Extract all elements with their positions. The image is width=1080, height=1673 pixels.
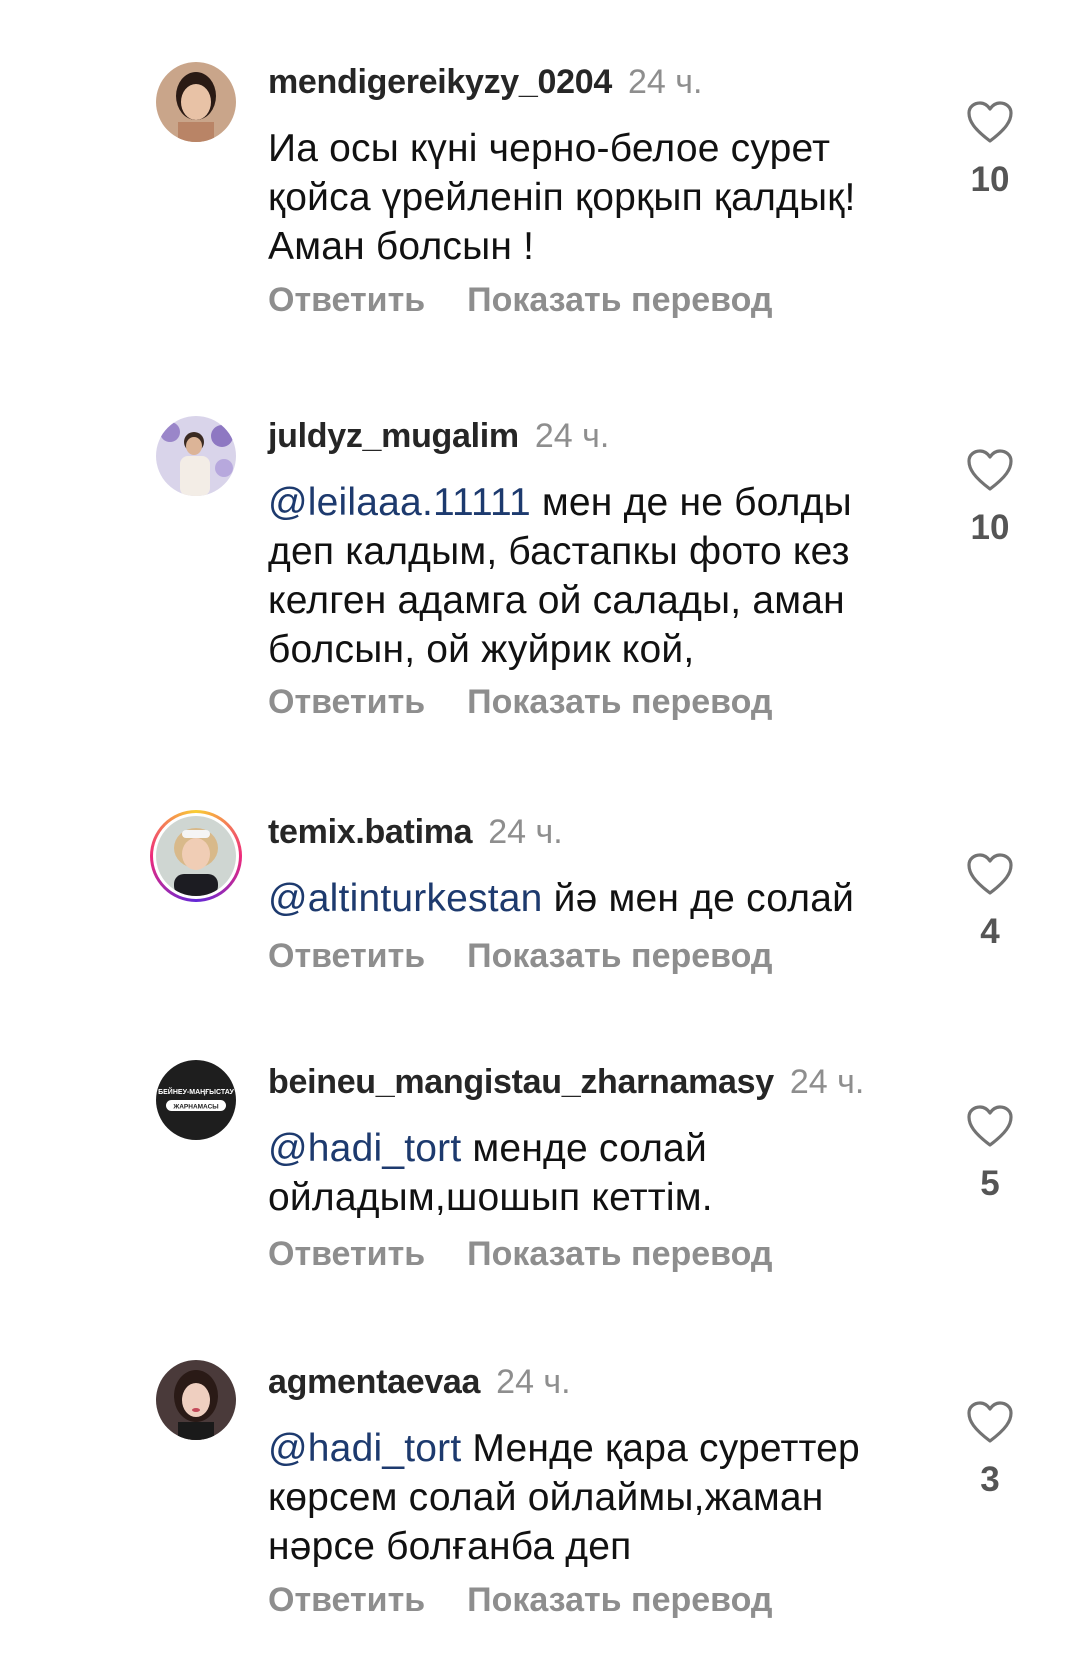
- like-count: 10: [970, 508, 1010, 547]
- heart-outline-icon[interactable]: [966, 1104, 1014, 1148]
- like-control: 3: [960, 1400, 1020, 1500]
- avatar[interactable]: [156, 62, 236, 142]
- comment-meta: juldyz_mugalim 24 ч.: [268, 416, 609, 456]
- timestamp: 24 ч.: [789, 1063, 865, 1101]
- show-translation-button[interactable]: Показать перевод: [467, 937, 772, 975]
- comment-meta: beineu_mangistau_zharnamasy 24 ч.: [268, 1062, 864, 1102]
- avatar[interactable]: БЕЙНЕУ-МАҢҒЫСТАУ ЖАРНАМАСЫ: [156, 1060, 236, 1140]
- reply-button[interactable]: Ответить: [268, 683, 425, 721]
- comment-actions: Ответить Показать перевод: [268, 1580, 773, 1620]
- comment-actions: Ответить Показать перевод: [268, 936, 773, 976]
- comment-text: @hadi_tort менде солай ойладым,шошып кет…: [268, 1124, 928, 1222]
- like-count: 5: [980, 1164, 1000, 1203]
- like-count: 10: [970, 160, 1010, 199]
- like-control: 10: [960, 448, 1020, 548]
- username[interactable]: mendigereikyzy_0204: [268, 63, 612, 101]
- reply-button[interactable]: Ответить: [268, 1235, 425, 1273]
- comment-text: Иа осы күні черно-белое сурет қойса үрей…: [268, 124, 928, 271]
- username[interactable]: agmentaevaa: [268, 1363, 480, 1401]
- comment-meta: mendigereikyzy_0204 24 ч.: [268, 62, 702, 102]
- story-ring[interactable]: [150, 810, 242, 902]
- show-translation-button[interactable]: Показать перевод: [467, 1581, 772, 1619]
- logo-text-top: БЕЙНЕУ-МАҢҒЫСТАУ: [158, 1087, 234, 1096]
- avatar[interactable]: [156, 416, 236, 496]
- comment-meta: temix.batima 24 ч.: [268, 812, 563, 852]
- user-mention-link[interactable]: @hadi_tort: [268, 1427, 461, 1470]
- comment-text: @altinturkestan йә мен де солай: [268, 874, 928, 923]
- reply-button[interactable]: Ответить: [268, 281, 425, 319]
- show-translation-button[interactable]: Показать перевод: [467, 1235, 772, 1273]
- comment-body: Иа осы күні черно-белое сурет қойса үрей…: [268, 127, 856, 268]
- like-control: 10: [960, 100, 1020, 200]
- comment-actions: Ответить Показать перевод: [268, 682, 773, 722]
- heart-outline-icon[interactable]: [966, 100, 1014, 144]
- timestamp: 24 ч.: [627, 63, 703, 101]
- heart-outline-icon[interactable]: [966, 852, 1014, 896]
- user-mention-link[interactable]: @hadi_tort: [268, 1127, 461, 1170]
- show-translation-button[interactable]: Показать перевод: [467, 683, 772, 721]
- comment-text: @hadi_tort Менде қара суреттер көрсем со…: [268, 1424, 928, 1571]
- heart-outline-icon[interactable]: [966, 1400, 1014, 1444]
- heart-outline-icon[interactable]: [966, 448, 1014, 492]
- like-control: 4: [960, 852, 1020, 952]
- timestamp: 24 ч.: [488, 813, 563, 851]
- comment-text: @leilaaa.11111 мен де не болды деп калды…: [268, 478, 928, 674]
- avatar: [156, 816, 236, 896]
- comment-actions: Ответить Показать перевод: [268, 1234, 773, 1274]
- username[interactable]: juldyz_mugalim: [268, 417, 519, 455]
- timestamp: 24 ч.: [496, 1363, 571, 1401]
- user-mention-link[interactable]: @altinturkestan: [268, 877, 543, 920]
- show-translation-button[interactable]: Показать перевод: [467, 281, 772, 319]
- reply-button[interactable]: Ответить: [268, 1581, 425, 1619]
- username[interactable]: temix.batima: [268, 813, 473, 851]
- user-mention-link[interactable]: @leilaaa.11111: [268, 481, 531, 524]
- like-count: 4: [980, 912, 1000, 951]
- avatar[interactable]: [156, 1360, 236, 1440]
- timestamp: 24 ч.: [534, 417, 610, 455]
- comment-meta: agmentaevaa 24 ч.: [268, 1362, 571, 1402]
- reply-button[interactable]: Ответить: [268, 937, 425, 975]
- logo-text-bottom: ЖАРНАМАСЫ: [172, 1104, 218, 1111]
- comment-actions: Ответить Показать перевод: [268, 280, 773, 320]
- username[interactable]: beineu_mangistau_zharnamasy: [268, 1063, 774, 1101]
- like-count: 3: [980, 1460, 1000, 1499]
- comment-body: йә мен де солай: [542, 877, 855, 920]
- like-control: 5: [960, 1104, 1020, 1204]
